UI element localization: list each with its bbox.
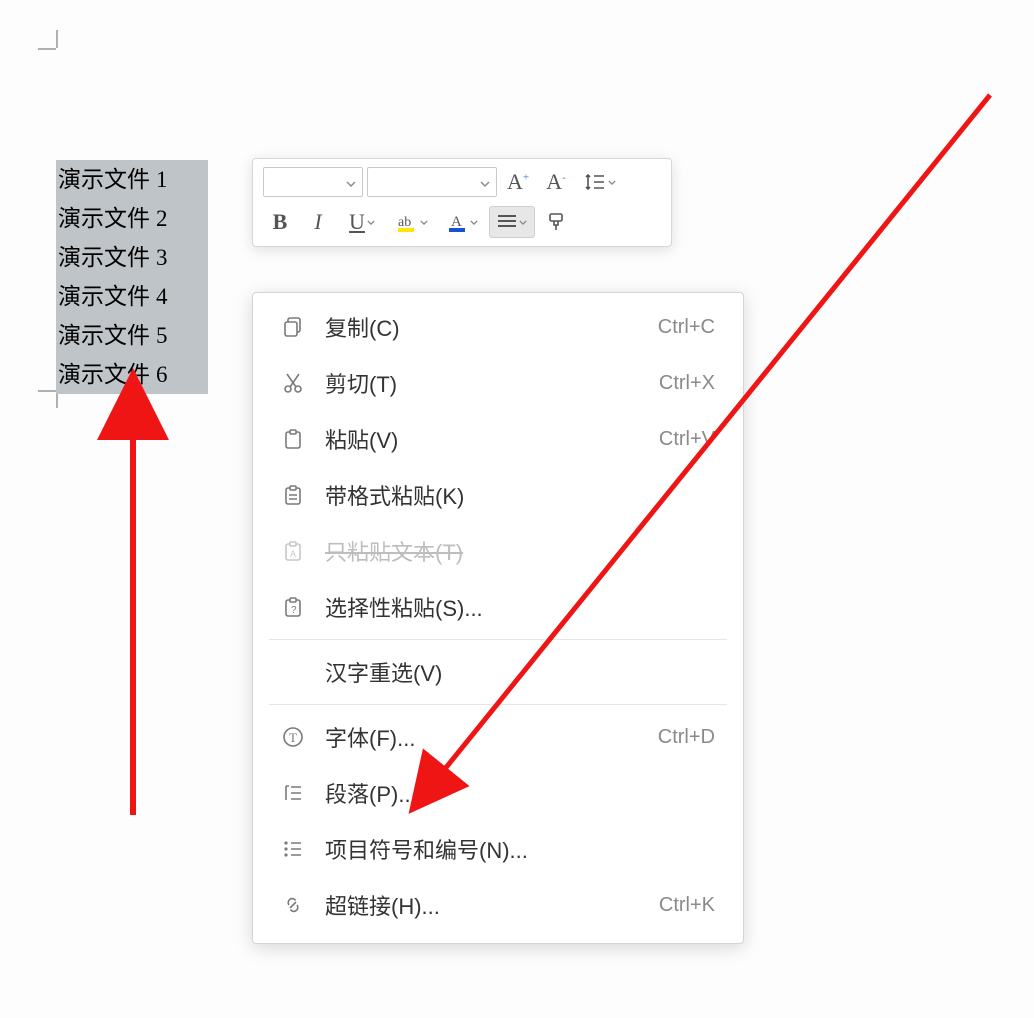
text-line: 演示文件5 bbox=[56, 316, 208, 355]
margin-mark bbox=[38, 48, 56, 50]
margin-mark bbox=[56, 30, 58, 48]
menu-item-label: 复制(C) bbox=[325, 311, 658, 343]
link-icon bbox=[273, 893, 313, 917]
menu-item-label: 段落(P)... bbox=[325, 777, 715, 809]
grow-font-button[interactable]: A+ bbox=[501, 166, 535, 198]
cut-icon bbox=[273, 371, 313, 395]
menu-item-bullets[interactable]: 项目符号和编号(N)... bbox=[253, 821, 743, 877]
underline-button[interactable]: U bbox=[339, 206, 385, 238]
menu-item-label: 只粘贴文本(T) bbox=[325, 535, 715, 567]
context-menu: 复制(C)Ctrl+C剪切(T)Ctrl+X粘贴(V)Ctrl+V带格式粘贴(K… bbox=[252, 292, 744, 944]
svg-text:T: T bbox=[289, 730, 297, 745]
text-line: 演示文件3 bbox=[56, 238, 208, 277]
margin-mark bbox=[38, 390, 56, 392]
menu-item-label: 选择性粘贴(S)... bbox=[325, 591, 715, 623]
menu-separator bbox=[269, 704, 727, 705]
shrink-font-button[interactable]: A- bbox=[539, 166, 573, 198]
copy-icon bbox=[273, 315, 313, 339]
bullets-icon bbox=[273, 837, 313, 861]
font-name-combo[interactable] bbox=[263, 167, 363, 197]
line-spacing-button[interactable] bbox=[577, 166, 623, 198]
bold-button[interactable]: B bbox=[263, 206, 297, 238]
grow-font-icon: A+ bbox=[507, 169, 529, 195]
menu-separator bbox=[269, 639, 727, 640]
highlight-button[interactable]: ab bbox=[389, 206, 435, 238]
svg-text:A: A bbox=[451, 214, 462, 230]
justify-button[interactable] bbox=[489, 206, 535, 238]
chevron-down-icon bbox=[480, 174, 490, 191]
chevron-down-icon bbox=[608, 180, 616, 185]
menu-item-label: 项目符号和编号(N)... bbox=[325, 833, 715, 865]
text-line: 演示文件6 bbox=[56, 355, 208, 394]
menu-item-font[interactable]: T 字体(F)...Ctrl+D bbox=[253, 709, 743, 765]
italic-button[interactable]: I bbox=[301, 206, 335, 238]
chevron-down-icon bbox=[346, 174, 356, 191]
svg-text:ab: ab bbox=[398, 215, 411, 230]
chevron-down-icon bbox=[519, 220, 527, 225]
font-size-combo[interactable] bbox=[367, 167, 497, 197]
chevron-down-icon bbox=[367, 220, 375, 225]
menu-item-label: 带格式粘贴(K) bbox=[325, 479, 715, 511]
line-spacing-icon bbox=[584, 172, 606, 192]
menu-item-shortcut: Ctrl+K bbox=[659, 894, 715, 917]
format-painter-icon bbox=[545, 211, 567, 233]
justify-icon bbox=[497, 214, 517, 230]
chevron-down-icon bbox=[420, 220, 428, 225]
menu-item-label: 超链接(H)... bbox=[325, 889, 659, 921]
font-color-button[interactable]: A bbox=[439, 206, 485, 238]
menu-item-paste-fmt[interactable]: 带格式粘贴(K) bbox=[253, 467, 743, 523]
menu-item-reconvert[interactable]: 汉字重选(V) bbox=[253, 644, 743, 700]
menu-item-label: 字体(F)... bbox=[325, 721, 658, 753]
paste-fmt-icon bbox=[273, 483, 313, 507]
selected-text-block[interactable]: 演示文件1 演示文件2 演示文件3 演示文件4 演示文件5 演示文件6 bbox=[56, 160, 208, 394]
menu-item-paragraph[interactable]: 段落(P)... bbox=[253, 765, 743, 821]
paste-icon bbox=[273, 427, 313, 451]
paragraph-icon bbox=[273, 781, 313, 805]
menu-item-label: 汉字重选(V) bbox=[325, 656, 715, 688]
mini-format-toolbar: A+ A- B I U bbox=[252, 158, 672, 247]
menu-item-paste-text: A 只粘贴文本(T) bbox=[253, 523, 743, 579]
menu-item-hyperlink[interactable]: 超链接(H)...Ctrl+K bbox=[253, 877, 743, 933]
paste-spec-icon: ? bbox=[273, 595, 313, 619]
menu-item-shortcut: Ctrl+D bbox=[658, 726, 715, 749]
text-line: 演示文件4 bbox=[56, 277, 208, 316]
text-line: 演示文件2 bbox=[56, 199, 208, 238]
menu-item-paste-special[interactable]: ? 选择性粘贴(S)... bbox=[253, 579, 743, 635]
text-line: 演示文件1 bbox=[56, 160, 208, 199]
menu-item-label: 剪切(T) bbox=[325, 367, 659, 399]
highlight-icon: ab bbox=[396, 211, 418, 233]
format-painter-button[interactable] bbox=[539, 206, 573, 238]
menu-item-label: 粘贴(V) bbox=[325, 423, 659, 455]
menu-item-shortcut: Ctrl+V bbox=[659, 428, 715, 451]
svg-text:?: ? bbox=[291, 605, 297, 616]
menu-item-shortcut: Ctrl+C bbox=[658, 316, 715, 339]
paste-text-icon: A bbox=[273, 539, 313, 563]
font-color-icon: A bbox=[446, 211, 468, 233]
font-icon: T bbox=[273, 725, 313, 749]
menu-item-shortcut: Ctrl+X bbox=[659, 372, 715, 395]
shrink-font-icon: A- bbox=[546, 169, 566, 195]
menu-item-paste[interactable]: 粘贴(V)Ctrl+V bbox=[253, 411, 743, 467]
chevron-down-icon bbox=[470, 220, 478, 225]
menu-item-cut[interactable]: 剪切(T)Ctrl+X bbox=[253, 355, 743, 411]
menu-item-copy[interactable]: 复制(C)Ctrl+C bbox=[253, 299, 743, 355]
svg-text:A: A bbox=[290, 549, 296, 559]
